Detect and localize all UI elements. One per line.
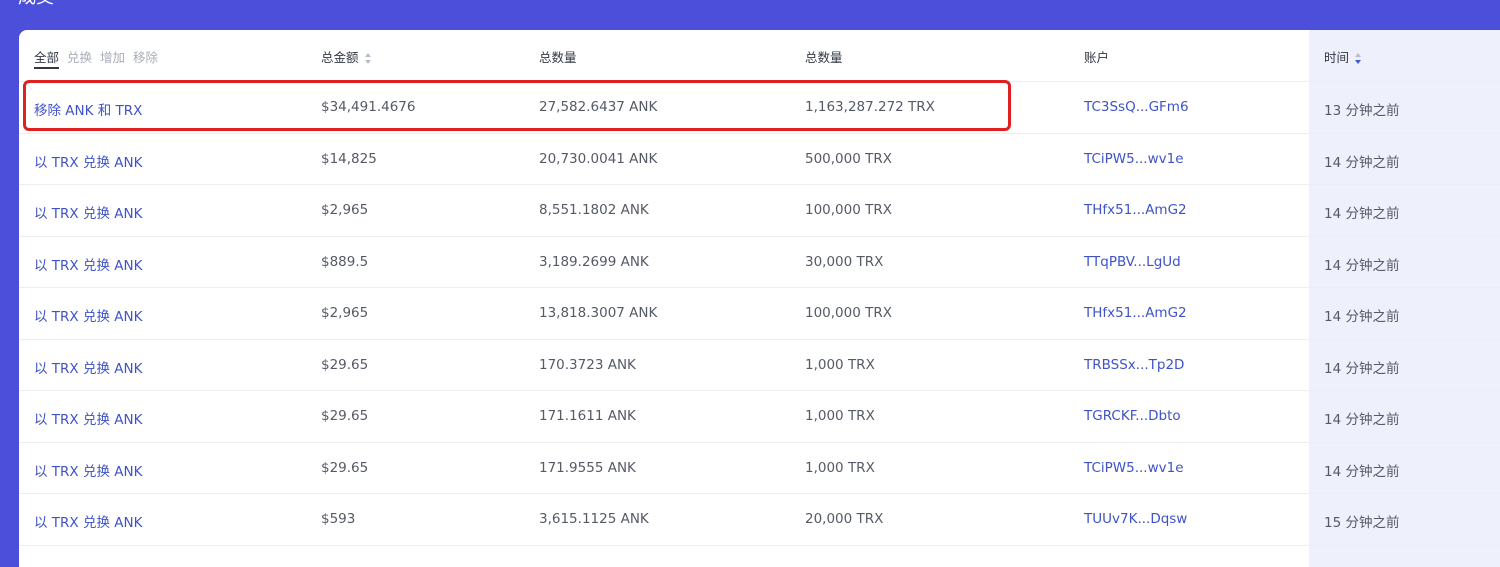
row-account-link[interactable]: TTqPBV...LgUd: [1084, 254, 1181, 270]
table-row: 以 TRX 兑换 ANK $889.5 3,189.2699 ANK 30,000 T…: [19, 237, 1500, 288]
table-row: 以 TRX 兑换 ANK $14,825 20,730.0041 ANK 500,00…: [19, 134, 1500, 185]
table-row: 以 TRX 兑换 ANK $593 3,615.1125 ANK 20,000 TRX…: [19, 494, 1500, 546]
row-time: 14 分钟之前: [1324, 360, 1400, 377]
row-amount-b: 1,000 TRX: [805, 459, 875, 476]
row-action-link[interactable]: 以 TRX 兑换 ANK: [34, 151, 142, 171]
row-amount-b: 100,000 TRX: [805, 305, 892, 321]
header-account: 账户: [1084, 50, 1110, 65]
filter-tabs: 全部 兑换 增加 移除: [34, 47, 162, 69]
row-action-link[interactable]: 以 TRX 兑换 ANK: [34, 305, 142, 325]
row-amount-b: 1,163,287.272 TRX: [805, 99, 935, 115]
header-total-value-label: 总金额: [321, 50, 359, 65]
row-amount-a: 27,582.6437 ANK: [539, 99, 658, 115]
row-time: 14 分钟之前: [1324, 257, 1400, 274]
table-row: 以 TRX 兑换 ANK $29.65 171.1611 ANK 1,000 TRX T…: [19, 391, 1500, 443]
filter-swap[interactable]: 兑换: [67, 47, 92, 66]
table-row: 以 TRX 兑换 ANK $29.65 170.3723 ANK 1,000 TRX T…: [19, 340, 1500, 391]
row-action-link[interactable]: 以 TRX 兑换 ANK: [34, 202, 142, 222]
row-time: 15 分钟之前: [1324, 515, 1400, 531]
row-amount-b: 30,000 TRX: [805, 253, 884, 270]
row-amount-b: 100,000 TRX: [805, 202, 892, 218]
row-amount-b: 20,000 TRX: [805, 511, 884, 527]
row-total-value: $2,965: [321, 305, 369, 321]
row-amount-a: 3,189.2699 ANK: [539, 253, 649, 270]
sort-icon[interactable]: [364, 53, 372, 64]
row-amount-a: 171.1611 ANK: [539, 408, 636, 424]
row-time: 14 分钟之前: [1324, 463, 1400, 480]
header-amount-b: 总数量: [805, 50, 843, 65]
row-total-value: $14,825: [321, 150, 377, 167]
table-row: 以 TRX 兑换 ANK $29.65 171.9555 ANK 1,000 TRX T…: [19, 443, 1500, 494]
header-time[interactable]: 时间: [1324, 47, 1362, 66]
row-total-value: $2,965: [321, 202, 369, 218]
row-action-link[interactable]: 以 TRX 兑换 ANK: [34, 357, 142, 377]
row-total-value: $593: [321, 511, 356, 527]
row-action-link[interactable]: 以 TRX 兑换 ANK: [34, 511, 142, 531]
row-account-link[interactable]: TRBSSx...Tp2D: [1084, 357, 1184, 373]
header-total-value[interactable]: 总金额: [321, 47, 372, 66]
row-amount-a: 171.9555 ANK: [539, 459, 636, 476]
row-total-value: $29.65: [321, 408, 369, 424]
row-amount-a: 13,818.3007 ANK: [539, 305, 658, 321]
row-total-value: $889.5: [321, 253, 369, 270]
row-amount-a: 3,615.1125 ANK: [539, 511, 649, 527]
sort-desc-icon[interactable]: [1355, 53, 1362, 64]
table-row: 以 TRX 兑换 ANK $2,965 13,818.3007 ANK 100,000…: [19, 288, 1500, 340]
row-account-link[interactable]: TC3SsQ...GFm6: [1084, 99, 1189, 115]
row-total-value: $29.65: [321, 459, 369, 476]
row-account-link[interactable]: TUUv7K...Dqsw: [1084, 511, 1187, 527]
row-total-value: $29.65: [321, 356, 369, 373]
row-account-link[interactable]: TGRCKF...Dbto: [1084, 408, 1181, 424]
row-amount-b: 1,000 TRX: [805, 356, 875, 373]
row-amount-a: 170.3723 ANK: [539, 356, 636, 373]
filter-remove[interactable]: 移除: [133, 47, 158, 66]
page-title: 成交: [18, 0, 54, 8]
row-action-link[interactable]: 移除 ANK 和 TRX: [34, 99, 142, 119]
row-time: 14 分钟之前: [1324, 309, 1400, 325]
filter-add[interactable]: 增加: [100, 47, 125, 66]
table-row: 移除 ANK 和 TRX $34,491.4676 27,582.6437 ANK 1…: [19, 82, 1500, 134]
header-time-label: 时间: [1324, 50, 1350, 65]
row-amount-a: 8,551.1802 ANK: [539, 202, 649, 218]
row-total-value: $34,491.4676: [321, 99, 416, 115]
row-time: 14 分钟之前: [1324, 206, 1400, 222]
row-amount-b: 1,000 TRX: [805, 408, 875, 424]
row-amount-b: 500,000 TRX: [805, 150, 892, 167]
table-row: 以 TRX 兑换 ANK $2,965 8,551.1802 ANK 100,000 …: [19, 185, 1500, 237]
row-account-link[interactable]: TCiPW5...wv1e: [1084, 460, 1184, 476]
trades-table: 全部 兑换 增加 移除 总金额 总数量 总数量 账户 时间 移除 ANK 和 T…: [19, 30, 1500, 567]
row-account-link[interactable]: TCiPW5...wv1e: [1084, 151, 1184, 167]
table-header: 全部 兑换 增加 移除 总金额 总数量 总数量 账户 时间: [19, 30, 1500, 82]
row-account-link[interactable]: THfx51...AmG2: [1084, 202, 1187, 218]
row-account-link[interactable]: THfx51...AmG2: [1084, 305, 1187, 321]
filter-all[interactable]: 全部: [34, 47, 60, 69]
row-time: 14 分钟之前: [1324, 412, 1400, 428]
row-amount-a: 20,730.0041 ANK: [539, 150, 658, 167]
row-action-link[interactable]: 以 TRX 兑换 ANK: [34, 408, 142, 428]
row-action-link[interactable]: 以 TRX 兑换 ANK: [34, 254, 142, 274]
row-time: 14 分钟之前: [1324, 154, 1400, 171]
row-action-link[interactable]: 以 TRX 兑换 ANK: [34, 460, 142, 480]
header-amount-a: 总数量: [539, 50, 577, 65]
row-time: 13 分钟之前: [1324, 103, 1400, 119]
